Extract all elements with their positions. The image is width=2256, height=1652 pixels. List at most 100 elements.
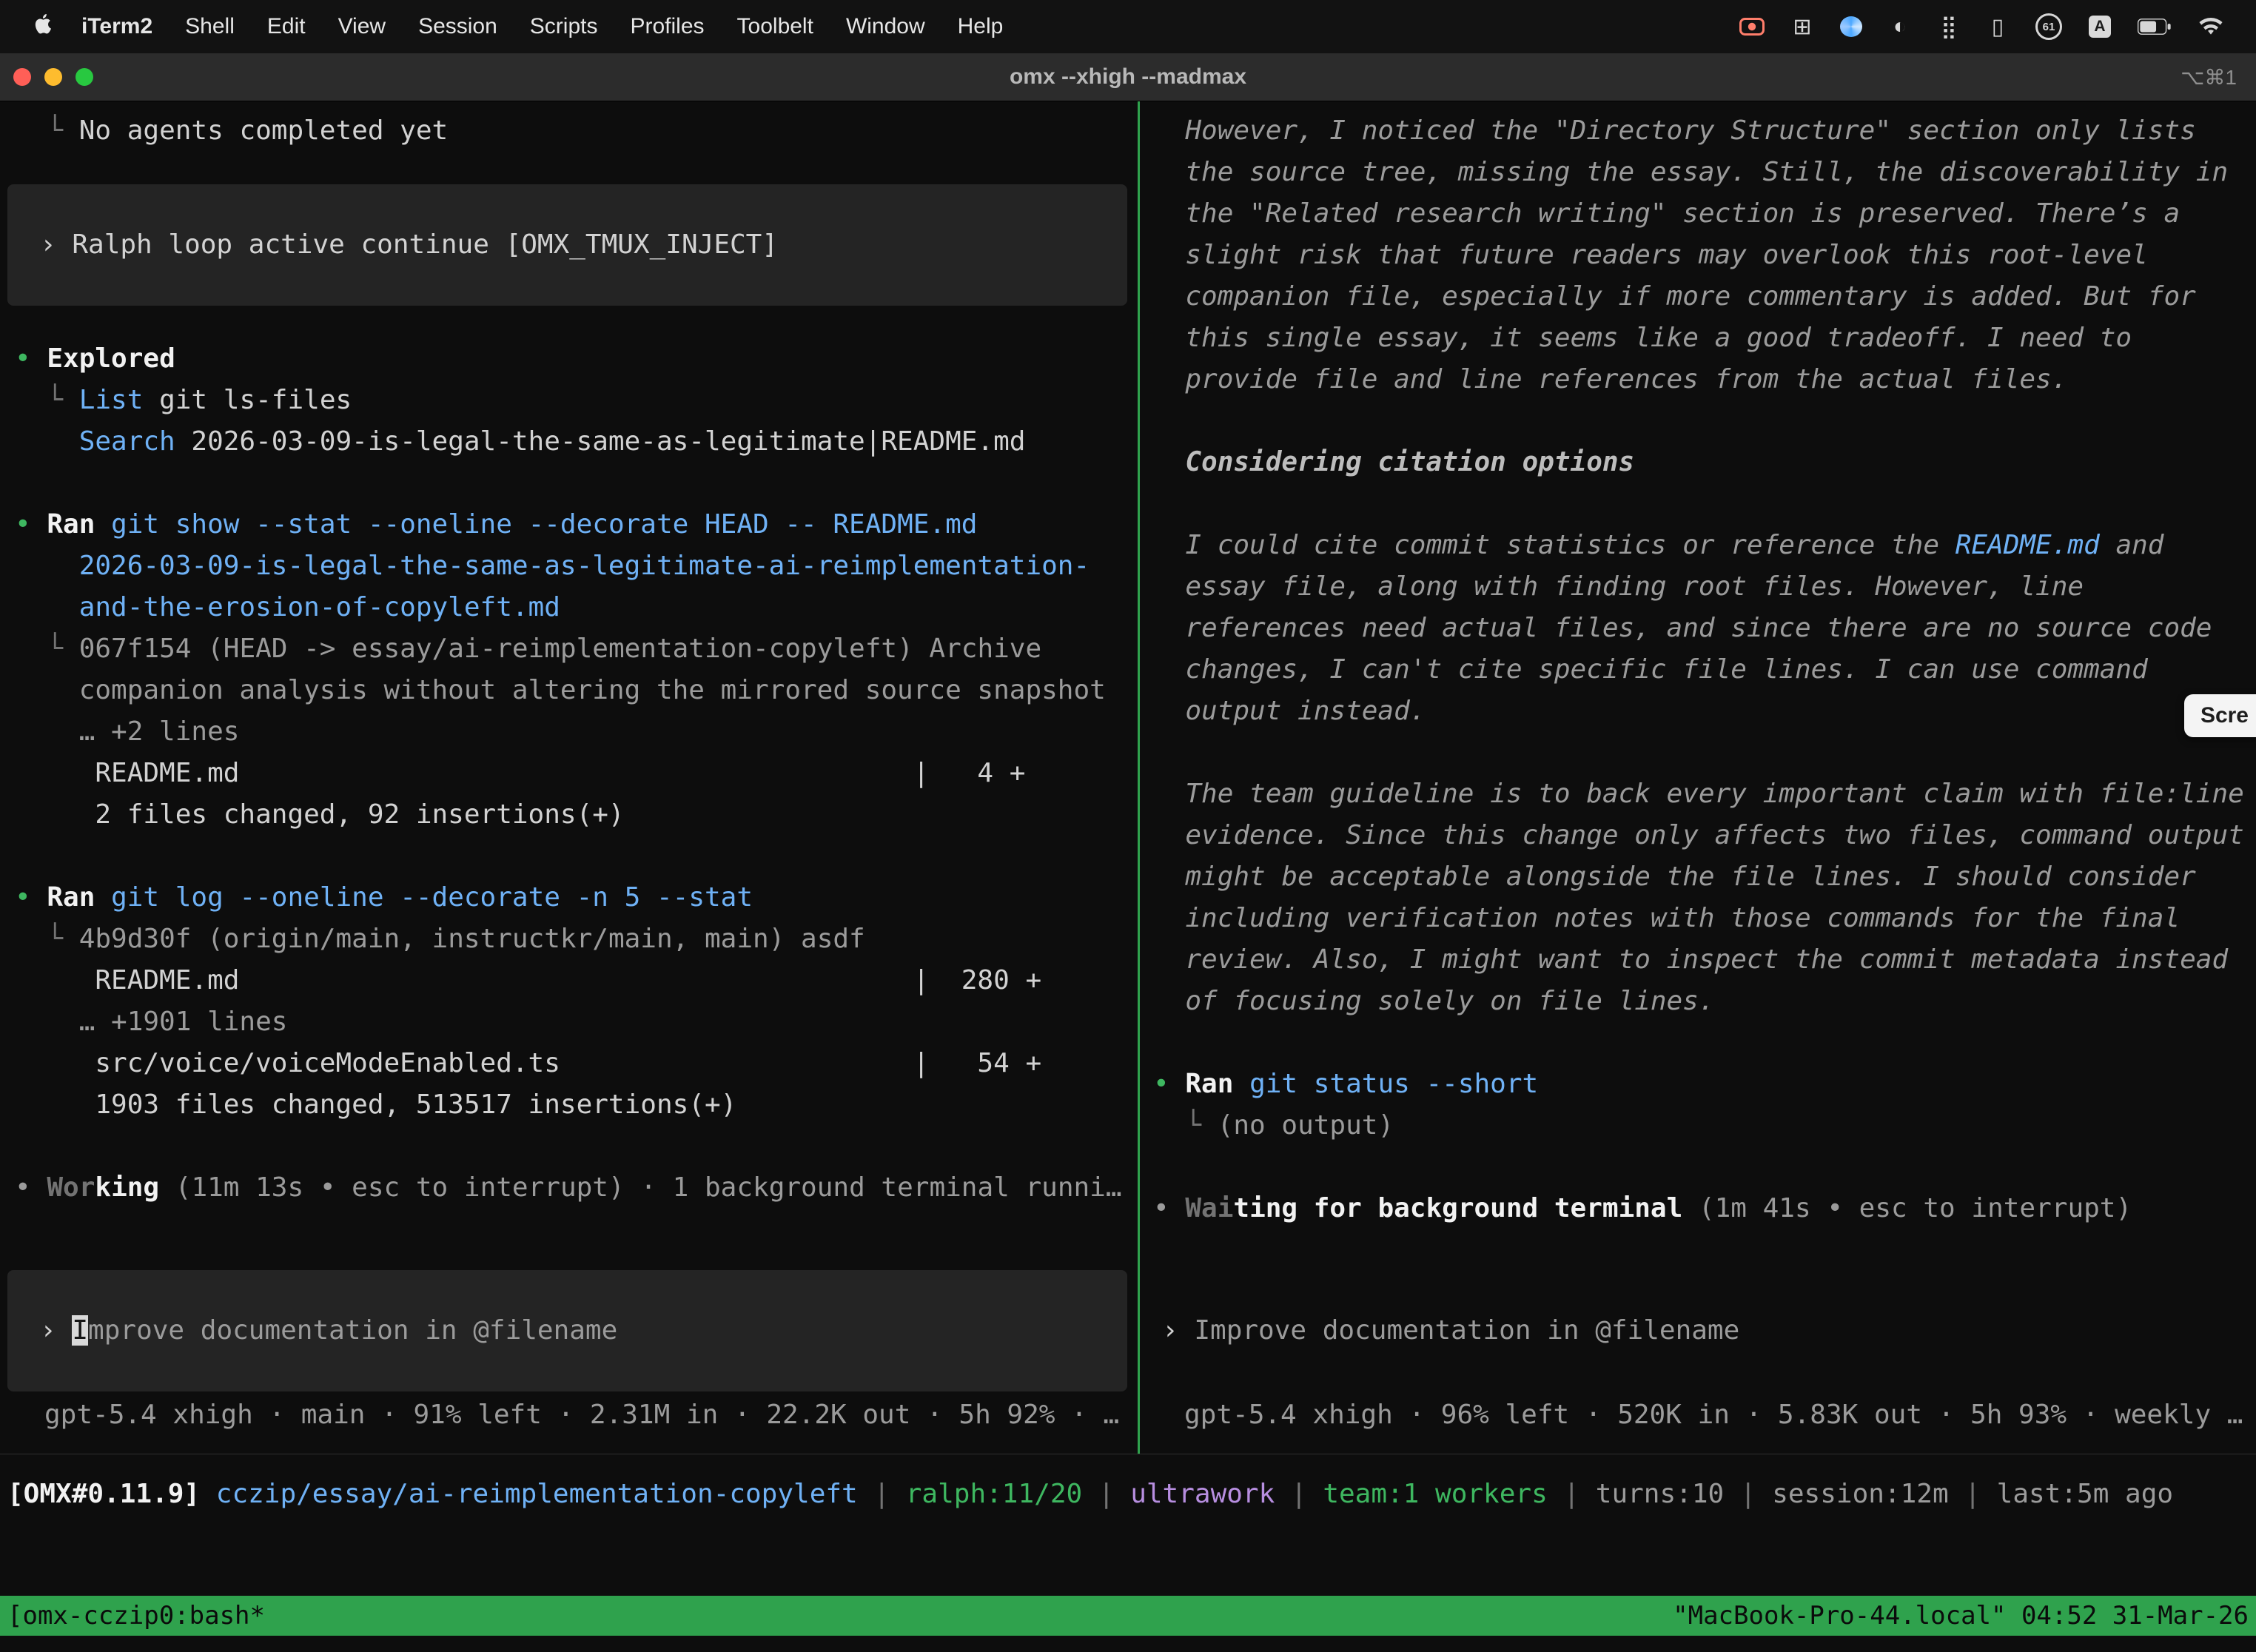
menu-session[interactable]: Session	[402, 14, 514, 38]
terminal-line: • Waiting for background terminal (1m 41…	[1153, 1188, 2256, 1229]
terminal-line: └ List git ls-files	[15, 380, 1138, 421]
text-segment: •	[1153, 1193, 1185, 1223]
terminal-line: companion analysis without altering the …	[15, 670, 1138, 711]
dots-grid-icon[interactable]: ⣿	[1938, 14, 1960, 40]
menu-help[interactable]: Help	[941, 14, 1020, 38]
text-segment: README.md | 4 +	[95, 758, 1025, 788]
text-segment: changes, I can't cite specific file line…	[1185, 654, 2147, 685]
zoom-button[interactable]	[75, 68, 93, 86]
terminal-line	[1153, 483, 2256, 525]
terminal-line: The team guideline is to back every impo…	[1153, 773, 2256, 815]
text-segment: mprove documentation in @filename	[88, 1315, 617, 1346]
terminal-line: 2 files changed, 92 insertions(+)	[15, 794, 1138, 836]
window-tile-icon[interactable]: ⊞	[1791, 14, 1813, 40]
terminal-line: └ 4b9d30f (origin/main, instructkr/main,…	[15, 919, 1138, 960]
terminal-line: essay file, along with finding root file…	[1153, 566, 2256, 608]
tmux-window-label[interactable]: [omx-cczip0:bash*	[7, 1601, 265, 1631]
window-shortcut-badge: ⌥⌘1	[2181, 65, 2256, 90]
iterm2-window: iTerm2ShellEditViewSessionScriptsProfile…	[0, 0, 2256, 1652]
device-icon[interactable]: ▯	[1987, 14, 2009, 40]
text-segment: However, I noticed the "Directory Struct…	[1185, 115, 2195, 146]
battery-icon[interactable]	[2138, 19, 2172, 35]
terminal-line: slight risk that future readers may over…	[1153, 235, 2256, 276]
text-segment: └	[47, 115, 78, 146]
swirl-icon[interactable]	[1840, 16, 1862, 37]
text-segment: of focusing solely on file lines.	[1185, 986, 1714, 1016]
text-segment: Considering citation options	[1185, 447, 1634, 477]
terminal-line: changes, I can't cite specific file line…	[1153, 649, 2256, 691]
terminal-line: However, I noticed the "Directory Struct…	[1153, 110, 2256, 152]
menu-toolbelt[interactable]: Toolbelt	[721, 14, 830, 38]
gauge-icon[interactable]: 61	[2035, 13, 2062, 40]
ralph-loop-banner: › Ralph loop active continue [OMX_TMUX_I…	[7, 184, 1127, 306]
window-titlebar[interactable]: omx --xhigh --madmax ⌥⌘1	[0, 53, 2256, 101]
text-segment: including verification notes with those …	[1185, 903, 2180, 933]
contrast-circle-icon[interactable]: ◐	[1889, 14, 1911, 39]
text-cursor: I	[72, 1315, 88, 1346]
text-segment: List	[79, 385, 144, 415]
prompt-input[interactable]: › Improve documentation in @filename	[7, 1270, 1127, 1391]
terminal-line	[1153, 1146, 2256, 1188]
text-segment: king	[95, 1172, 159, 1203]
macos-menubar: iTerm2ShellEditViewSessionScriptsProfile…	[0, 0, 2256, 53]
terminal-line: review. Also, I might want to inspect th…	[1153, 939, 2256, 981]
menu-edit[interactable]: Edit	[251, 14, 322, 38]
left-pane-spacer	[0, 1209, 1138, 1270]
text-segment: last:5m ago	[1997, 1479, 2173, 1509]
terminal-line: might be acceptable alongside the file l…	[1153, 856, 2256, 898]
text-segment: [OMX_TMUX_INJECT]	[506, 229, 778, 260]
text-segment: evidence. Since this change only affects…	[1185, 820, 2243, 850]
text-segment: |	[1949, 1479, 1997, 1509]
text-segment: └	[47, 924, 78, 954]
text-segment: •	[15, 1172, 47, 1203]
text-segment: review. Also, I might want to inspect th…	[1185, 944, 2228, 975]
text-segment: ›	[40, 1315, 72, 1346]
left-pane-log: • Explored└ List git ls-filesSearch 2026…	[0, 338, 1138, 1209]
text-segment: •	[15, 882, 47, 913]
terminal-line: 1903 files changed, 513517 insertions(+)	[15, 1084, 1138, 1126]
text-segment: … +1901 lines	[79, 1007, 288, 1037]
right-prompt-input[interactable]: › Improve documentation in @filename	[1147, 1270, 2246, 1391]
wifi-icon[interactable]	[2198, 17, 2223, 36]
text-segment: No agents completed yet	[79, 115, 449, 146]
terminal-line: README.md | 280 +	[15, 960, 1138, 1001]
text-segment: and	[2100, 530, 2164, 560]
terminal-line	[15, 463, 1138, 504]
terminal-line: • Explored	[15, 338, 1138, 380]
text-segment: 067f154 (HEAD -> essay/ai-reimplementati…	[79, 634, 1041, 664]
apple-menu[interactable]	[19, 13, 65, 41]
terminal-line: › Improve documentation in @filename	[1162, 1310, 1739, 1352]
menu-iterm2[interactable]: iTerm2	[65, 14, 169, 38]
close-button[interactable]	[13, 68, 31, 86]
terminal-line	[1153, 1022, 2256, 1064]
menu-scripts[interactable]: Scripts	[514, 14, 614, 38]
minimize-button[interactable]	[44, 68, 62, 86]
text-segment: git status --short	[1249, 1069, 1538, 1099]
terminal-line: evidence. Since this change only affects…	[1153, 815, 2256, 856]
menu-shell[interactable]: Shell	[169, 14, 251, 38]
text-segment: └	[47, 634, 78, 664]
terminal-line: this single essay, it seems like a good …	[1153, 318, 2256, 359]
text-segment: •	[15, 509, 47, 540]
text-segment: └	[1185, 1110, 1217, 1141]
right-pane-spacer	[1140, 1229, 2256, 1270]
terminal-line: 2026-03-09-is-legal-the-same-as-legitima…	[15, 545, 1138, 587]
screen-share-button[interactable]: Scre	[2184, 694, 2256, 737]
menu-view[interactable]: View	[322, 14, 402, 38]
screen-record-indicator[interactable]	[1739, 18, 1765, 36]
terminal-area: └ No agents completed yet › Ralph loop a…	[0, 101, 2256, 1454]
menu-profiles[interactable]: Profiles	[614, 14, 720, 38]
tmux-status-bar: [omx-cczip0:bash* "MacBook-Pro-44.local"…	[0, 1596, 2256, 1636]
input-source-icon[interactable]: A	[2089, 16, 2111, 38]
text-segment: 2 files changed, 92 insertions(+)	[95, 799, 624, 830]
terminal-line	[1153, 732, 2256, 773]
text-segment: 2026-03-09-is-legal-the-same-as-legitima…	[175, 426, 1026, 457]
text-segment: └	[47, 385, 78, 415]
omx-session-status: [OMX#0.11.9] cczip/essay/ai-reimplementa…	[0, 1454, 2256, 1534]
terminal-line: README.md | 4 +	[15, 753, 1138, 794]
menu-window[interactable]: Window	[830, 14, 941, 38]
text-segment: might be acceptable alongside the file l…	[1185, 862, 2195, 892]
terminal-line: of focusing solely on file lines.	[1153, 981, 2256, 1022]
terminal-line	[15, 836, 1138, 877]
text-segment: companion file, especially if more comme…	[1185, 281, 2195, 312]
